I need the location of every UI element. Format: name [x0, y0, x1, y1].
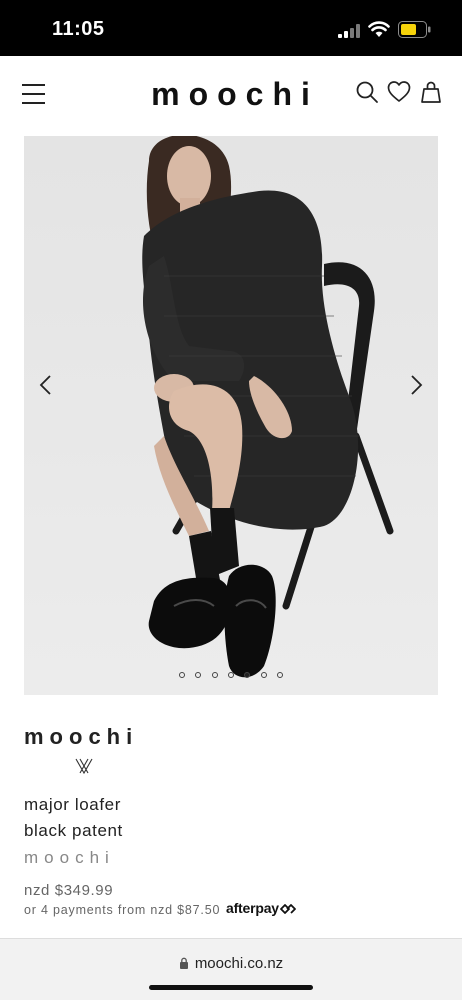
chevron-left-icon[interactable]	[32, 370, 60, 400]
gallery-pagination	[24, 665, 438, 683]
afterpay-link[interactable]: afterpay	[226, 900, 296, 916]
product-image-gallery[interactable]	[24, 136, 438, 695]
product-price: nzd $349.99	[24, 882, 114, 899]
search-icon[interactable]	[355, 80, 379, 104]
product-photo	[24, 136, 438, 695]
gallery-dot[interactable]	[178, 672, 185, 678]
gallery-dot[interactable]	[277, 672, 284, 678]
installments-text: or 4 payments from nzd $87.50	[24, 903, 221, 917]
lock-icon	[179, 957, 188, 969]
home-indicator[interactable]	[149, 985, 313, 990]
heart-icon[interactable]	[387, 80, 411, 104]
brand-mark-icon	[75, 758, 93, 775]
gallery-dot[interactable]	[260, 672, 267, 678]
product-brand[interactable]: moochi	[24, 848, 115, 868]
bag-icon[interactable]	[419, 80, 443, 104]
afterpay-label: afterpay	[226, 900, 279, 916]
status-time: 11:05	[52, 18, 105, 40]
gallery-dot[interactable]	[211, 672, 218, 678]
battery-icon	[398, 21, 431, 38]
wifi-icon	[368, 21, 390, 37]
gallery-dot[interactable]	[228, 672, 234, 678]
browser-address-bar: moochi.co.nz	[0, 938, 462, 1000]
product-brand-logo[interactable]: moochi	[24, 724, 138, 750]
site-header: moochi	[0, 56, 462, 136]
gallery-dot-active[interactable]	[244, 672, 251, 678]
url-field[interactable]: moochi.co.nz	[0, 955, 462, 972]
chevron-right-icon[interactable]	[402, 370, 430, 400]
status-bar: 11:05	[0, 0, 462, 56]
signal-icon	[338, 24, 360, 38]
afterpay-icon	[279, 904, 296, 914]
product-title-line2: black patent	[24, 821, 123, 840]
url-text: moochi.co.nz	[194, 955, 284, 972]
gallery-dot[interactable]	[195, 672, 202, 678]
product-title-line1: major loafer	[24, 795, 121, 814]
